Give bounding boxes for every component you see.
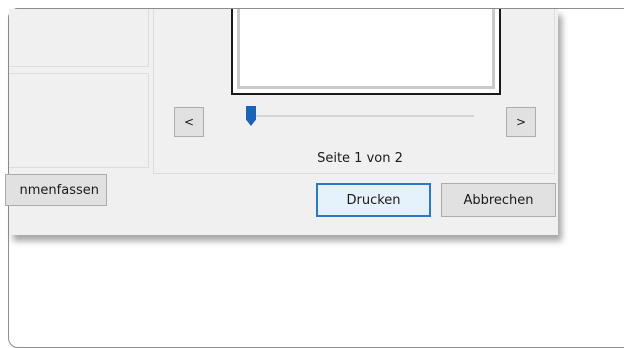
combine-button[interactable]: nmenfassen <box>5 174 107 206</box>
print-button[interactable]: Drucken <box>316 183 431 217</box>
page-indicator: Seite 1 von 2 <box>317 151 403 166</box>
page-slider-track[interactable] <box>252 115 474 117</box>
preview-page <box>231 9 501 95</box>
cancel-button[interactable]: Abbrechen <box>441 183 556 217</box>
print-dialog: nmenfassen < > Seite 1 von 2 Drucken Abb… <box>5 9 558 235</box>
print-preview-panel: < > Seite 1 von 2 <box>153 9 555 174</box>
next-page-button[interactable]: > <box>506 107 536 137</box>
settings-group-top <box>9 9 149 67</box>
previous-page-button[interactable]: < <box>174 107 204 137</box>
preview-page-content <box>237 9 495 89</box>
settings-group-bottom: nmenfassen <box>5 73 149 206</box>
page-slider-thumb[interactable] <box>246 106 256 126</box>
